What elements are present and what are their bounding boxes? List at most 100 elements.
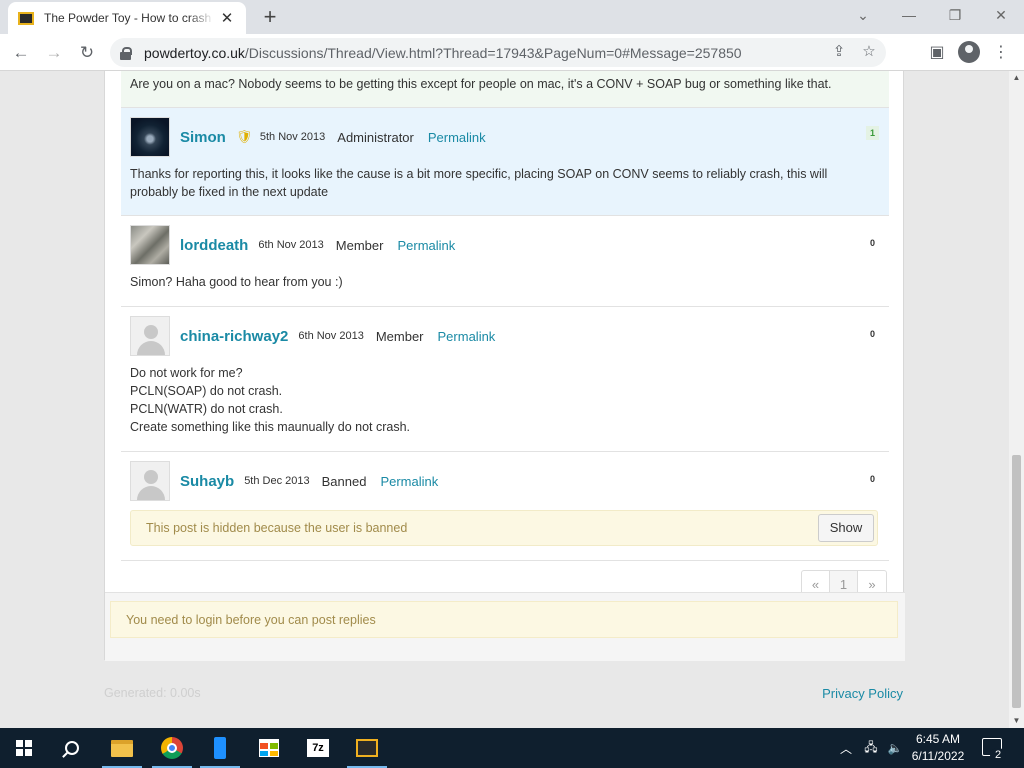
username[interactable]: china-richway2	[180, 328, 288, 345]
post-date: 6th Nov 2013	[298, 330, 364, 342]
start-button[interactable]	[0, 728, 48, 768]
profile-avatar-icon[interactable]	[958, 41, 980, 63]
user-role: Banned	[321, 473, 367, 489]
store-icon	[259, 739, 279, 757]
post-item: Simon 🛡 5th Nov 2013 Administrator Perma…	[121, 108, 889, 216]
post-body: Do not work for me? PCLN(SOAP) do not cr…	[130, 364, 870, 436]
privacy-policy-link[interactable]: Privacy Policy	[822, 686, 903, 701]
tray-chevron-up-icon[interactable]: ︿	[836, 728, 856, 768]
post-header: china-richway2 6th Nov 2013 Member Perma…	[130, 315, 495, 357]
avatar[interactable]	[130, 461, 170, 501]
hidden-post-text: This post is hidden because the user is …	[146, 521, 408, 535]
taskbar-7zip[interactable]: 7z	[294, 728, 342, 768]
post-body-line: Create something like this maunually do …	[130, 420, 411, 434]
thread-container: Are you on a mac? Nobody seems to be get…	[104, 71, 905, 661]
windows-logo-icon	[16, 740, 32, 756]
post-score: 0	[869, 474, 875, 484]
side-panel-icon[interactable]: ▣	[924, 40, 950, 66]
tab-close-icon[interactable]: ✕	[218, 9, 236, 27]
scroll-up-arrow-icon[interactable]: ▲	[1009, 71, 1024, 85]
tab-strip: The Powder Toy - How to crash T ✕ + ⌄ — …	[0, 0, 1024, 34]
tab-search-chevron-icon[interactable]: ⌄	[840, 0, 886, 30]
url-text: powdertoy.co.uk/Discussions/Thread/View.…	[144, 45, 742, 61]
vertical-scrollbar[interactable]: ▲ ▼	[1009, 71, 1024, 728]
post-body: Thanks for reporting this, it looks like…	[130, 167, 828, 199]
powder-toy-favicon-icon	[18, 11, 34, 25]
url-path: /Discussions/Thread/View.html?Thread=179…	[244, 44, 742, 61]
taskbar-file-explorer[interactable]	[98, 728, 146, 768]
post-date: 5th Dec 2013	[244, 475, 310, 487]
post-body-line: PCLN(WATR) do not crash.	[130, 402, 283, 416]
forward-arrow-icon[interactable]: →	[41, 40, 67, 66]
chrome-icon	[161, 737, 183, 759]
back-arrow-icon[interactable]: ←	[8, 40, 34, 66]
phone-app-icon	[214, 737, 226, 759]
post-body: Are you on a mac? Nobody seems to be get…	[130, 77, 832, 91]
scrollbar-thumb[interactable]	[1012, 455, 1021, 708]
reload-icon[interactable]: ↻	[74, 40, 100, 66]
post-score: 0	[869, 329, 875, 339]
post-item: china-richway2 6th Nov 2013 Member Perma…	[121, 307, 889, 452]
url-host: powdertoy.co.uk	[144, 44, 245, 61]
avatar[interactable]	[130, 117, 170, 157]
folder-icon	[111, 739, 133, 757]
taskbar-store[interactable]	[245, 728, 293, 768]
user-role: Member	[375, 328, 424, 344]
post-body-line: PCLN(SOAP) do not crash.	[130, 384, 283, 398]
toolbar: ← → ↻ powdertoy.co.uk/Discussions/Thread…	[0, 34, 1024, 71]
network-icon[interactable]: 🖧	[860, 728, 882, 768]
post-header: Simon 🛡 5th Nov 2013 Administrator Perma…	[130, 116, 486, 158]
notification-count: 2	[990, 748, 1006, 762]
clock-time: 6:45 AM	[915, 732, 961, 746]
hidden-post-notice: This post is hidden because the user is …	[130, 510, 878, 546]
new-tab-button[interactable]: +	[258, 4, 282, 30]
page-viewport: Are you on a mac? Nobody seems to be get…	[0, 71, 1009, 728]
7zip-icon: 7z	[307, 739, 329, 757]
scroll-down-arrow-icon[interactable]: ▼	[1009, 714, 1024, 728]
permalink-link[interactable]: Permalink	[438, 329, 496, 344]
system-clock[interactable]: 6:45 AM 6/11/2022	[902, 731, 974, 765]
generated-time: Generated: 0.00s	[104, 686, 201, 700]
restore-button[interactable]: ❐	[932, 0, 978, 30]
login-notice-text: You need to login before you can post re…	[126, 613, 376, 627]
post-header: lorddeath 6th Nov 2013 Member Permalink	[130, 224, 455, 266]
username[interactable]: Simon	[180, 129, 226, 146]
avatar[interactable]	[130, 316, 170, 356]
share-icon[interactable]: ⇪	[828, 41, 850, 63]
post-item: Are you on a mac? Nobody seems to be get…	[121, 71, 889, 108]
bookmark-star-icon[interactable]: ☆	[858, 41, 880, 63]
post-item: Suhayb 5th Dec 2013 Banned Permalink 0 T…	[121, 452, 889, 561]
username[interactable]: Suhayb	[180, 473, 234, 490]
show-hidden-post-button[interactable]: Show	[818, 514, 874, 542]
post-score: 0	[869, 238, 875, 248]
post-score: 1	[865, 126, 879, 140]
permalink-link[interactable]: Permalink	[428, 130, 486, 145]
post-header: Suhayb 5th Dec 2013 Banned Permalink	[130, 460, 438, 502]
username[interactable]: lorddeath	[180, 237, 248, 254]
tab-title: The Powder Toy - How to crash T	[44, 11, 214, 25]
clock-date: 6/11/2022	[911, 749, 965, 763]
search-icon	[65, 741, 79, 755]
browser-tab[interactable]: The Powder Toy - How to crash T ✕	[8, 2, 246, 34]
post-date: 5th Nov 2013	[259, 131, 326, 143]
login-notice: You need to login before you can post re…	[110, 601, 898, 638]
taskbar-phone-app[interactable]	[196, 728, 244, 768]
user-role: Administrator	[337, 129, 414, 145]
search-button[interactable]	[48, 728, 96, 768]
post-body: Simon? Haha good to hear from you :)	[130, 275, 343, 289]
menu-kebab-icon[interactable]: ⋮	[988, 40, 1014, 66]
permalink-link[interactable]: Permalink	[397, 238, 455, 253]
taskbar-chrome[interactable]	[148, 728, 196, 768]
powder-toy-icon	[356, 739, 378, 757]
avatar[interactable]	[130, 225, 170, 265]
post-date: 6th Nov 2013	[258, 239, 324, 251]
permalink-link[interactable]: Permalink	[380, 474, 438, 489]
taskbar-powder-toy[interactable]	[343, 728, 391, 768]
close-window-button[interactable]: ✕	[978, 0, 1024, 30]
minimize-button[interactable]: —	[886, 0, 932, 30]
address-bar[interactable]: powdertoy.co.uk/Discussions/Thread/View.…	[110, 38, 886, 67]
reply-area: You need to login before you can post re…	[105, 592, 905, 661]
post-item: lorddeath 6th Nov 2013 Member Permalink …	[121, 216, 889, 307]
taskbar: 7z ︿ 🖧 🔈 6:45 AM 6/11/2022 2	[0, 728, 1024, 768]
lock-icon[interactable]	[120, 46, 132, 60]
